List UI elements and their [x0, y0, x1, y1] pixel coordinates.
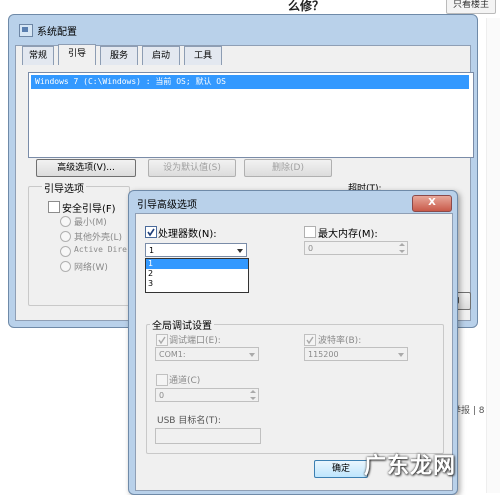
safe-boot-label: 安全引导(F) — [62, 204, 116, 215]
max-memory-label: 最大内存(M): — [318, 229, 378, 240]
window-title: 系统配置 — [37, 27, 77, 38]
radio-alternate-shell-label: 其他外壳(L) — [74, 233, 123, 243]
processors-combo[interactable]: 1 — [145, 243, 247, 257]
tab-tools[interactable]: 工具 — [184, 46, 222, 65]
radio-network-label: 网络(W) — [74, 263, 108, 273]
advanced-options-button[interactable]: 高级选项(V)... — [36, 159, 136, 177]
baud-rate-checkbox[interactable] — [304, 334, 316, 346]
usb-target-label: USB 目标名(T): — [157, 416, 221, 426]
global-debug-label: 全局调试设置 — [150, 317, 214, 332]
system-config-app-icon — [19, 24, 33, 37]
dialog-title: 引导高级选项 — [137, 200, 197, 211]
chevron-down-icon — [249, 353, 255, 357]
watermark-logo-text: 广东龙网 — [364, 454, 457, 479]
boot-os-list[interactable]: Windows 7 (C:\Windows) : 当前 OS; 默认 OS — [28, 72, 474, 158]
processors-dropdown-list[interactable]: 1 2 3 — [145, 258, 249, 293]
debug-port-checkbox[interactable] — [156, 334, 168, 346]
tab-services[interactable]: 服务 — [100, 46, 138, 65]
tab-startup[interactable]: 启动 — [142, 46, 180, 65]
max-memory-spinbox[interactable]: 0 — [304, 241, 408, 255]
debug-port-value: COM1: — [159, 350, 186, 359]
tab-strip: 常规 引导 服务 启动 工具 — [16, 44, 470, 66]
os-list-item-selected[interactable]: Windows 7 (C:\Windows) : 当前 OS; 默认 OS — [31, 75, 469, 89]
processors-combo-value: 1 — [149, 246, 155, 255]
debug-port-combo[interactable]: COM1: — [155, 347, 259, 361]
radio-alternate-shell[interactable] — [60, 231, 71, 242]
spin-down-icon[interactable] — [398, 248, 406, 254]
channel-label: 通道(C) — [169, 376, 201, 386]
radio-network[interactable] — [60, 261, 71, 272]
spin-down-icon[interactable] — [249, 395, 257, 401]
channel-spinbox[interactable]: 0 — [155, 388, 259, 402]
checkmark-icon — [147, 228, 155, 237]
radio-active-directory[interactable] — [60, 246, 71, 257]
dropdown-option-1[interactable]: 1 — [146, 259, 248, 269]
max-memory-checkbox[interactable] — [304, 226, 316, 238]
channel-value: 0 — [159, 391, 165, 400]
baud-rate-value: 115200 — [308, 350, 339, 359]
boot-options-label: 引导选项 — [42, 180, 86, 195]
dropdown-option-2[interactable]: 2 — [146, 269, 248, 279]
chevron-down-icon — [398, 353, 404, 357]
checkmark-icon — [306, 336, 314, 345]
chevron-down-icon — [237, 249, 243, 253]
radio-minimal[interactable] — [60, 216, 71, 227]
tab-boot[interactable]: 引导 — [58, 44, 96, 65]
close-button[interactable]: X — [412, 195, 452, 212]
usb-target-input[interactable] — [155, 428, 261, 444]
processors-label: 处理器数(N): — [158, 229, 217, 240]
processors-checkbox[interactable] — [145, 226, 157, 238]
report-separator: | 8 — [472, 406, 485, 416]
background-page-strip — [486, 18, 500, 493]
checkmark-icon — [158, 336, 166, 345]
channel-checkbox[interactable] — [156, 374, 168, 386]
radio-active-directory-label: Active Dire — [74, 245, 127, 254]
background-only-op-button[interactable]: 只看楼主 — [446, 0, 496, 14]
baud-rate-combo[interactable]: 115200 — [304, 347, 408, 361]
baud-rate-label: 波特率(B): — [318, 336, 362, 346]
set-default-button[interactable]: 设为默认值(S) — [148, 159, 236, 177]
radio-minimal-label: 最小(M) — [74, 218, 107, 228]
safe-boot-checkbox[interactable] — [48, 201, 60, 213]
background-heading-fragment: 么修？ — [288, 0, 325, 13]
ok-button[interactable]: 确定 — [314, 460, 368, 478]
max-memory-value: 0 — [308, 244, 314, 253]
delete-button[interactable]: 删除(D) — [244, 159, 332, 177]
dropdown-option-3[interactable]: 3 — [146, 279, 248, 289]
debug-port-label: 调试端口(E): — [169, 336, 221, 346]
tab-general[interactable]: 常规 — [22, 46, 54, 65]
